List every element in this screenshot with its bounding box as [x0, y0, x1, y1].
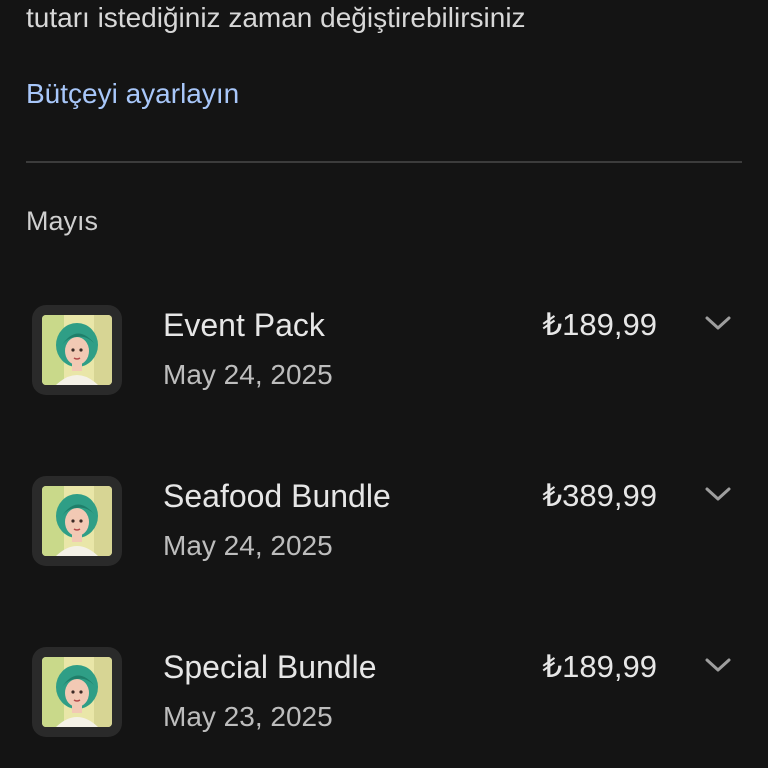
purchase-title: Seafood Bundle	[163, 478, 391, 514]
purchase-history-page: tutarı istediğiniz zaman değiştirebilirs…	[0, 0, 768, 768]
purchase-date: May 24, 2025	[163, 530, 333, 561]
purchase-date: May 24, 2025	[163, 359, 333, 390]
set-budget-link[interactable]: Bütçeyi ayarlayın	[26, 78, 239, 110]
app-icon	[32, 476, 122, 566]
divider	[26, 161, 742, 163]
purchase-title: Event Pack	[163, 307, 325, 343]
chevron-down-icon[interactable]	[704, 484, 732, 504]
purchase-row[interactable]: Special Bundle May 23, 2025 ₺189,99	[0, 647, 768, 767]
purchase-row[interactable]: Event Pack May 24, 2025 ₺189,99	[0, 305, 768, 425]
purchase-price: ₺389,99	[542, 478, 657, 513]
game-character-icon	[42, 315, 112, 385]
purchase-row[interactable]: Seafood Bundle May 24, 2025 ₺389,99	[0, 476, 768, 596]
purchase-date: May 23, 2025	[163, 701, 333, 732]
budget-description: tutarı istediğiniz zaman değiştirebilirs…	[26, 2, 526, 33]
purchase-title: Special Bundle	[163, 649, 377, 685]
app-icon	[32, 647, 122, 737]
purchase-price: ₺189,99	[542, 307, 657, 342]
game-character-icon	[42, 657, 112, 727]
chevron-down-icon[interactable]	[704, 313, 732, 333]
purchase-price: ₺189,99	[542, 649, 657, 684]
chevron-down-icon[interactable]	[704, 655, 732, 675]
game-character-icon	[42, 486, 112, 556]
app-icon	[32, 305, 122, 395]
month-header: Mayıs	[26, 206, 99, 236]
